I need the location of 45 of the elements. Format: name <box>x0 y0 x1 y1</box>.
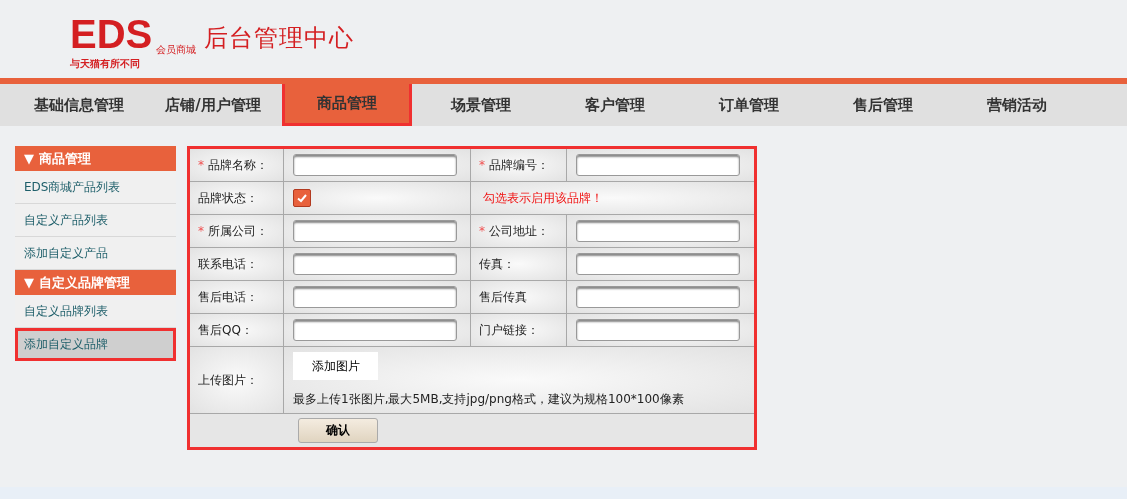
field-label: 传真： <box>479 255 515 273</box>
required-mark: * <box>479 158 485 172</box>
nav-tab[interactable]: 客户管理 <box>548 84 682 126</box>
input-field[interactable] <box>293 220 457 242</box>
nav-tab[interactable]: 营销活动 <box>950 84 1084 126</box>
site-title: 后台管理中心 <box>204 23 355 54</box>
nav-tab[interactable]: 场景管理 <box>414 84 548 126</box>
input-field[interactable] <box>576 154 740 176</box>
field-label: 联系电话： <box>198 255 258 273</box>
confirm-button[interactable]: 确认 <box>298 418 378 443</box>
logo-mark: EDS <box>70 12 153 56</box>
nav-tab[interactable]: 商品管理 <box>282 84 412 126</box>
field-label: 上传图片： <box>198 371 258 389</box>
input-field[interactable] <box>293 154 457 176</box>
input-field[interactable] <box>576 319 740 341</box>
field-label: 品牌名称： <box>208 156 268 174</box>
input-field[interactable] <box>576 286 740 308</box>
input-field[interactable] <box>293 319 457 341</box>
field-label: 品牌编号： <box>489 156 549 174</box>
field-label: 售后电话： <box>198 288 258 306</box>
input-field[interactable] <box>293 286 457 308</box>
logo-slogan: 与天猫有所不同 <box>70 58 141 70</box>
nav-tab[interactable]: 店铺/用户管理 <box>146 84 280 126</box>
check-icon <box>296 192 308 204</box>
nav-tab[interactable]: 基础信息管理 <box>12 84 146 126</box>
required-mark: * <box>198 158 204 172</box>
field-label: 所属公司： <box>208 222 268 240</box>
field-label: 门户链接： <box>479 321 539 339</box>
input-field[interactable] <box>293 253 457 275</box>
required-mark: * <box>198 224 204 238</box>
sidebar-item[interactable]: 添加自定义品牌 <box>15 328 176 361</box>
nav-tab[interactable]: 售后管理 <box>816 84 950 126</box>
required-mark: * <box>479 224 485 238</box>
field-label: 品牌状态： <box>198 189 258 207</box>
logo-subtitle: 会员商城 <box>156 44 197 56</box>
checkbox[interactable] <box>293 189 311 207</box>
hint-text: 勾选表示启用该品牌！ <box>483 189 603 207</box>
add-image-button[interactable]: 添加图片 <box>293 352 378 380</box>
nav-tab[interactable]: 订单管理 <box>682 84 816 126</box>
field-label: 售后QQ： <box>198 321 253 339</box>
input-field[interactable] <box>576 253 740 275</box>
field-label: 售后传真 <box>479 288 527 306</box>
field-label: 公司地址： <box>489 222 549 240</box>
upload-note: 最多上传1张图片,最大5MB,支持jpg/png格式，建议为规格100*100像素 <box>293 391 684 408</box>
input-field[interactable] <box>576 220 740 242</box>
